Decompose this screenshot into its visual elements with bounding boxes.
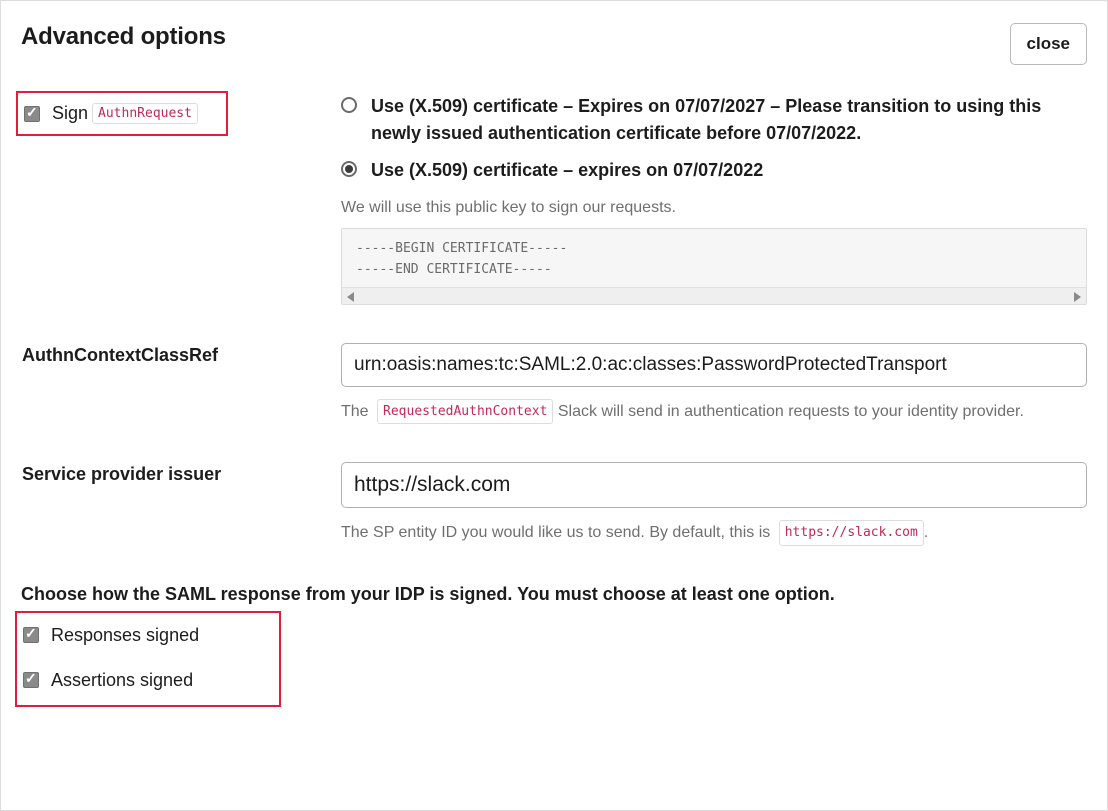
sign-authn-label[interactable]: Sign AuthnRequest (24, 103, 198, 124)
sp-issuer-label: Service provider issuer (22, 464, 221, 484)
authn-context-help: The RequestedAuthnContext Slack will sen… (341, 399, 1087, 425)
sp-issuer-code: https://slack.com (779, 520, 924, 546)
close-button[interactable]: close (1010, 23, 1087, 65)
cert-option-2: Use (X.509) certificate – expires on 07/… (341, 157, 1087, 184)
saml-signing-heading: Choose how the SAML response from your I… (21, 584, 1087, 605)
assertions-signed-label[interactable]: Assertions signed (23, 670, 193, 691)
responses-signed-text: Responses signed (51, 625, 199, 646)
authn-context-input[interactable] (341, 343, 1087, 387)
authn-context-row: AuthnContextClassRef The RequestedAuthnC… (21, 343, 1087, 425)
sp-issuer-input[interactable] (341, 462, 1087, 508)
certificate-textarea[interactable]: -----BEGIN CERTIFICATE----- -----END CER… (341, 228, 1087, 305)
cert-text-1: Use (X.509) certificate – Expires on 07/… (371, 93, 1087, 147)
requested-authn-context-code: RequestedAuthnContext (377, 399, 553, 425)
sign-authn-text: Sign (52, 103, 88, 124)
sign-authn-request-row: Sign AuthnRequest Use (X.509) certificat… (21, 93, 1087, 305)
assertions-signed-row: Assertions signed (23, 670, 199, 691)
advanced-options-panel: Advanced options close Sign AuthnRequest… (0, 0, 1108, 811)
cert-text-2: Use (X.509) certificate – expires on 07/… (371, 157, 763, 184)
signing-highlight: Responses signed Assertions signed (15, 611, 281, 707)
assertions-signed-text: Assertions signed (51, 670, 193, 691)
authn-context-label: AuthnContextClassRef (22, 345, 218, 365)
cert-option-1: Use (X.509) certificate – Expires on 07/… (341, 93, 1087, 147)
sign-help-text: We will use this public key to sign our … (341, 196, 1087, 220)
certificate-content: -----BEGIN CERTIFICATE----- -----END CER… (342, 229, 1086, 287)
sp-issuer-help: The SP entity ID you would like us to se… (341, 520, 1087, 546)
responses-signed-row: Responses signed (23, 625, 199, 646)
authn-request-code: AuthnRequest (92, 103, 198, 124)
cert-radio-1[interactable] (341, 97, 357, 113)
sign-authn-highlight: Sign AuthnRequest (16, 91, 228, 136)
assertions-signed-checkbox[interactable] (23, 672, 39, 688)
responses-signed-checkbox[interactable] (23, 627, 39, 643)
responses-signed-label[interactable]: Responses signed (23, 625, 199, 646)
certificate-scrollbar[interactable] (342, 287, 1086, 304)
page-title: Advanced options (21, 23, 226, 51)
panel-header: Advanced options close (21, 23, 1087, 65)
sp-issuer-row: Service provider issuer The SP entity ID… (21, 462, 1087, 546)
sign-authn-checkbox[interactable] (24, 106, 40, 122)
cert-radio-2[interactable] (341, 161, 357, 177)
